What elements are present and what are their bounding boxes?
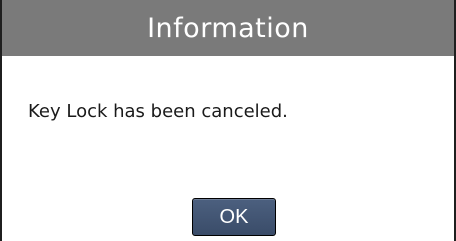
dialog-title: Information [147, 12, 309, 44]
dialog-title-bar: Information [2, 0, 454, 56]
ok-button[interactable]: OK [192, 198, 276, 236]
dialog-message: Key Lock has been canceled. [28, 101, 288, 122]
information-dialog: Information Key Lock has been canceled. … [0, 0, 456, 241]
